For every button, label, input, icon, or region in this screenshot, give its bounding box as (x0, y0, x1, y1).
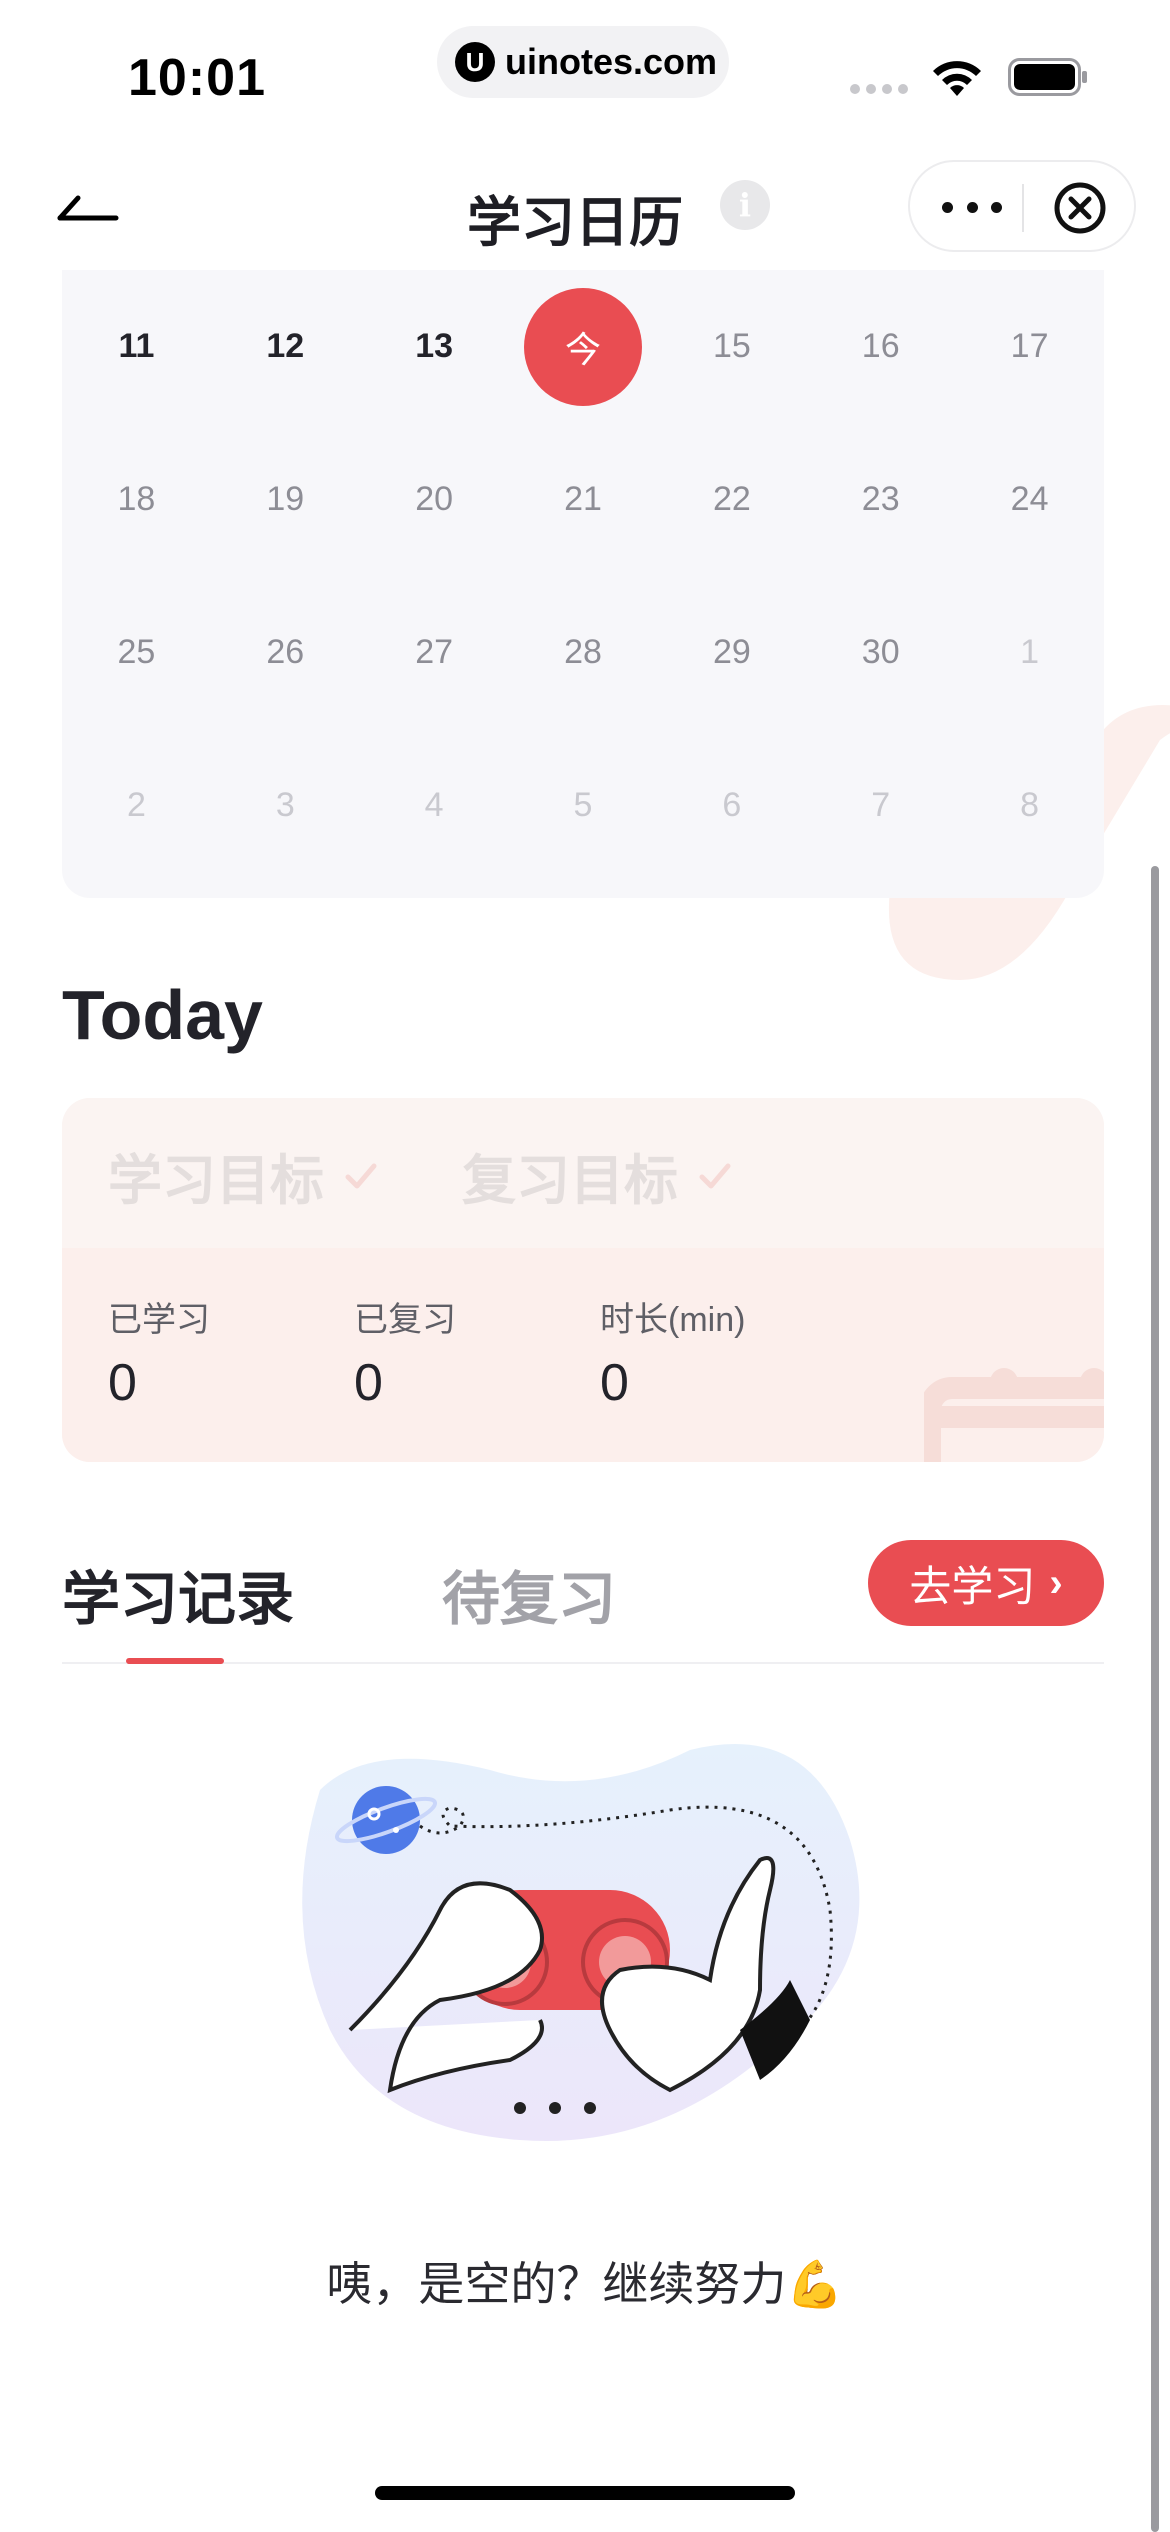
go-study-label: 去学习 (909, 1562, 1036, 1610)
calendar-grid: 11 12 13 今 15 16 17 18 19 20 21 22 23 24 25 26 27 28 29 30 1… (62, 270, 1104, 882)
calendar-day-today[interactable]: 今 (509, 270, 658, 423)
calendar-day[interactable]: 5 (509, 729, 658, 882)
info-icon[interactable]: i (720, 180, 770, 230)
calendar-day[interactable]: 15 (657, 270, 806, 423)
learned-label: 已学习 (108, 1301, 210, 1339)
more-icon[interactable] (942, 190, 1002, 224)
calendar-day[interactable]: 4 (360, 729, 509, 882)
battery-icon (1008, 58, 1087, 96)
calendar-day[interactable]: 25 (62, 576, 211, 729)
close-icon[interactable] (1052, 180, 1108, 236)
calendar-decoration-icon (924, 1368, 1104, 1462)
calendar-day[interactable]: 28 (509, 576, 658, 729)
calendar-day[interactable]: 21 (509, 423, 658, 576)
calendar-day[interactable]: 19 (211, 423, 360, 576)
study-goal[interactable]: 学习目标 (108, 1136, 378, 1215)
capsule-divider (1022, 184, 1024, 232)
reviewed-value: 0 (354, 1354, 383, 1412)
review-goal-label: 复习目标 (462, 1151, 678, 1211)
calendar-day[interactable]: 12 (211, 270, 360, 423)
flexed-biceps-icon: 💪 (786, 2258, 844, 2310)
miniprogram-capsule (908, 160, 1136, 252)
calendar-day[interactable]: 8 (955, 729, 1104, 882)
active-tab-indicator (126, 1658, 224, 1664)
site-logo-icon: U (455, 42, 495, 82)
check-icon (699, 1163, 731, 1188)
calendar-day[interactable]: 22 (657, 423, 806, 576)
calendar-day[interactable]: 30 (806, 576, 955, 729)
record-tabs: 学习记录 待复习 去学习 › (62, 1540, 1104, 1664)
reviewed-stat: 已复习 0 (354, 1292, 456, 1413)
calendar-day[interactable]: 24 (955, 423, 1104, 576)
calendar-day[interactable]: 17 (955, 270, 1104, 423)
today-heading: Today (62, 976, 263, 1054)
go-study-button[interactable]: 去学习 › (868, 1540, 1104, 1626)
tab-study-records[interactable]: 学习记录 (62, 1552, 294, 1636)
calendar-day[interactable]: 23 (806, 423, 955, 576)
calendar-day[interactable]: 27 (360, 576, 509, 729)
learned-value: 0 (108, 1354, 137, 1412)
duration-stat: 时长(min) 0 (600, 1292, 745, 1413)
calendar-day[interactable]: 29 (657, 576, 806, 729)
reviewed-label: 已复习 (354, 1301, 456, 1339)
learned-stat: 已学习 0 (108, 1292, 210, 1413)
duration-value: 0 (600, 1354, 629, 1412)
chevron-right-icon: › (1049, 1560, 1063, 1605)
home-indicator (375, 2486, 795, 2500)
calendar-day[interactable]: 18 (62, 423, 211, 576)
empty-message-text: 咦，是空的？继续努力 (326, 2258, 787, 2310)
today-summary-card: 学习目标 复习目标 已学习 0 已复习 0 时长(min) 0 (62, 1098, 1104, 1462)
check-icon (345, 1163, 377, 1188)
calendar-day[interactable]: 11 (62, 270, 211, 423)
url-pill[interactable]: U uinotes.com (437, 26, 729, 98)
stats-row: 已学习 0 已复习 0 时长(min) 0 (62, 1248, 1104, 1462)
tab-pending-review[interactable]: 待复习 (442, 1552, 616, 1636)
study-goal-label: 学习目标 (108, 1151, 324, 1211)
calendar-day[interactable]: 16 (806, 270, 955, 423)
url-text: uinotes.com (505, 41, 718, 82)
scrollbar[interactable] (1151, 866, 1159, 2532)
status-time: 10:01 (128, 49, 266, 107)
calendar-card: 11 12 13 今 15 16 17 18 19 20 21 22 23 24 25 26 27 28 29 30 1… (62, 270, 1104, 898)
calendar-day[interactable]: 7 (806, 729, 955, 882)
today-marker: 今 (523, 287, 642, 406)
review-goal[interactable]: 复习目标 (462, 1136, 732, 1215)
calendar-day[interactable]: 26 (211, 576, 360, 729)
calendar-day[interactable]: 20 (360, 423, 509, 576)
calendar-day[interactable]: 6 (657, 729, 806, 882)
cellular-dots-icon (850, 84, 908, 94)
status-bar: 10:01 U uinotes.com (0, 0, 1170, 140)
empty-binoculars-illustration (302, 1744, 860, 2141)
calendar-day[interactable]: 1 (955, 576, 1104, 729)
nav-bar: 学习日历 i (0, 140, 1170, 270)
calendar-day[interactable]: 2 (62, 729, 211, 882)
empty-state-message: 咦，是空的？继续努力💪 (0, 2248, 1170, 2314)
duration-label: 时长(min) (600, 1301, 746, 1339)
calendar-day[interactable]: 3 (211, 729, 360, 882)
goals-row: 学习目标 复习目标 (62, 1098, 1104, 1248)
calendar-day[interactable]: 13 (360, 270, 509, 423)
wifi-icon (933, 61, 981, 96)
